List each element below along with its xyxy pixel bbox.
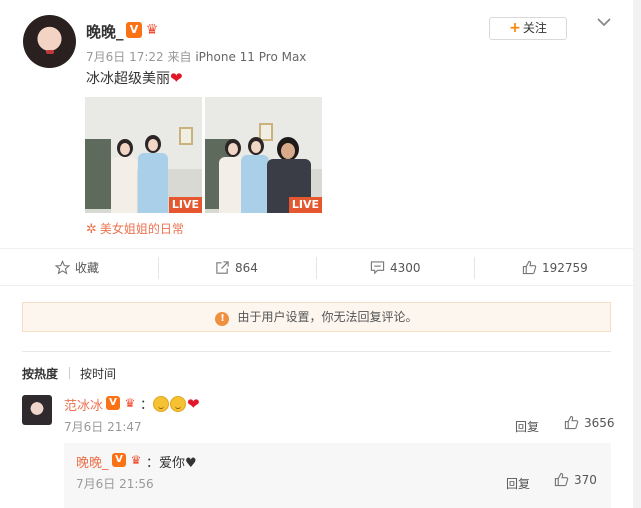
author-name[interactable]: 晚晚_ — [86, 21, 124, 42]
comment-count: 4300 — [390, 261, 421, 275]
like-count: 192759 — [542, 261, 588, 275]
comment-button[interactable]: 4300 — [370, 249, 421, 287]
snowflake-icon: ✲ — [86, 222, 97, 237]
smile-emoji-icon — [170, 396, 187, 412]
live-tag: LIVE — [288, 197, 322, 213]
divider-line — [22, 351, 611, 352]
post-text-content: 冰冰超级美丽 — [86, 71, 170, 87]
reply-like-button[interactable]: 370 — [554, 472, 597, 488]
follow-label: 关注 — [522, 21, 547, 35]
sort-by-heat-tab[interactable]: 按热度 — [22, 365, 58, 382]
topic-link[interactable]: ✲ 美女姐姐的日常 — [86, 220, 184, 237]
weibo-post-card: 晚晚_ V ♛ 7月6日 17:22 来自 iPhone 11 Pro Max … — [0, 0, 633, 508]
star-outline-icon — [54, 260, 71, 275]
red-heart-icon: ❤ — [170, 69, 183, 87]
author-avatar[interactable] — [23, 15, 76, 68]
verified-v-icon: V — [126, 22, 142, 38]
reply-restriction-notice: ! 由于用户设置，你无法回复评论。 — [22, 302, 611, 332]
comment-bubble-icon — [370, 261, 385, 275]
reply-like-count: 370 — [574, 473, 597, 487]
favorite-button[interactable]: 收藏 — [54, 249, 100, 287]
warning-circle-icon: ! — [215, 312, 230, 326]
post-text: 冰冰超级美丽❤ — [86, 68, 183, 88]
follow-button[interactable]: + 关注 — [489, 17, 567, 40]
favorite-label: 收藏 — [75, 261, 100, 275]
sort-divider — [69, 367, 70, 379]
share-button[interactable]: 864 — [215, 249, 258, 287]
comment-reply-button[interactable]: 回复 — [515, 418, 539, 435]
comment-content: ： ❤ — [140, 395, 200, 413]
vip-crown-icon: ♛ — [145, 22, 159, 38]
thumbs-up-icon — [522, 260, 537, 275]
reply-box: 晚晚_ V ♛ ：爱你♥ 7月6日 21:56 回复 370 — [64, 443, 611, 508]
reply-reply-button[interactable]: 回复 — [506, 475, 530, 492]
verified-v-icon: V — [112, 453, 126, 467]
comment-avatar[interactable] — [22, 395, 52, 425]
comment-author-name[interactable]: 范冰冰 — [64, 395, 103, 414]
topic-label: 美女姐姐的日常 — [99, 222, 184, 236]
reply-content: ：爱你♥ — [146, 456, 197, 471]
thumbs-up-icon — [564, 415, 579, 430]
reply-author-name[interactable]: 晚晚_ — [76, 452, 109, 471]
plus-icon: + — [509, 20, 521, 36]
reply-text: 爱你♥ — [159, 456, 197, 471]
vip-crown-icon: ♛ — [124, 396, 136, 410]
reply-time: 7月6日 21:56 — [76, 477, 154, 491]
comment-time: 7月6日 21:47 — [64, 420, 142, 434]
share-arrow-icon — [216, 261, 229, 274]
verified-v-icon: V — [106, 396, 120, 410]
thumbs-up-icon — [554, 472, 569, 487]
notice-text: 由于用户设置，你无法回复评论。 — [237, 310, 418, 324]
vip-crown-icon: ♛ — [130, 453, 142, 467]
smile-emoji-icon — [153, 396, 170, 412]
action-bar: 收藏 864 4300 192759 — [0, 248, 633, 286]
comment-like-count: 3656 — [584, 416, 615, 430]
red-heart-icon: ❤ — [187, 395, 200, 413]
sort-by-time-tab[interactable]: 按时间 — [80, 365, 116, 382]
post-date[interactable]: 7月6日 17:22 — [86, 50, 164, 64]
share-count: 864 — [235, 261, 258, 275]
post-meta: 7月6日 17:22 来自 iPhone 11 Pro Max — [86, 48, 306, 65]
source-prefix: 来自 — [167, 50, 192, 64]
like-button[interactable]: 192759 — [522, 249, 588, 287]
post-device: iPhone 11 Pro Max — [195, 50, 307, 64]
post-photo-1[interactable]: LIVE — [85, 97, 202, 213]
live-tag: LIVE — [168, 197, 202, 213]
post-photo-2[interactable]: LIVE — [205, 97, 322, 213]
comment-like-button[interactable]: 3656 — [564, 415, 615, 431]
chevron-down-icon[interactable] — [596, 14, 612, 30]
